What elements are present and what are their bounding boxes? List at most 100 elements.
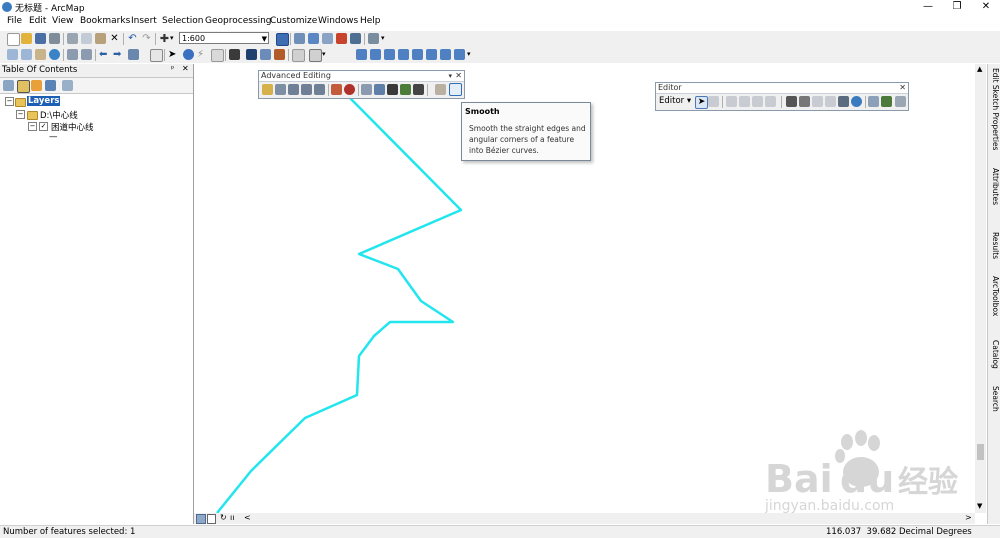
smooth-icon[interactable] bbox=[449, 83, 462, 96]
layout-tool-8-icon[interactable] bbox=[454, 49, 465, 60]
fillet-icon[interactable] bbox=[275, 84, 286, 95]
dock-tab-catalog[interactable]: Catalog bbox=[989, 340, 1000, 369]
layout-tool-2-icon[interactable] bbox=[370, 49, 381, 60]
sketch-properties-icon[interactable] bbox=[868, 96, 879, 107]
refresh-icon[interactable]: ↻ bbox=[220, 513, 227, 522]
copy-icon[interactable] bbox=[81, 33, 92, 44]
generalize-icon[interactable] bbox=[413, 84, 424, 95]
toc-close-icon[interactable]: ✕ bbox=[182, 64, 189, 73]
layout-view-icon[interactable] bbox=[207, 514, 216, 524]
list-by-selection-icon[interactable] bbox=[45, 80, 56, 91]
menu-help[interactable]: Help bbox=[360, 16, 381, 26]
straight-segment-icon[interactable] bbox=[726, 96, 737, 107]
measure-icon[interactable] bbox=[229, 49, 240, 60]
menu-edit[interactable]: Edit bbox=[29, 16, 46, 26]
endpoint-arc-icon[interactable] bbox=[739, 96, 750, 107]
add-data-dropdown-icon[interactable]: ▾ bbox=[170, 33, 177, 44]
identify-icon[interactable] bbox=[183, 49, 194, 60]
layers-collapse-icon[interactable]: − bbox=[5, 97, 14, 106]
menu-windows[interactable]: Windows bbox=[318, 16, 358, 26]
editor-options-icon[interactable] bbox=[895, 96, 906, 107]
attributes-tool-icon[interactable] bbox=[851, 96, 862, 107]
menu-insert[interactable]: Insert bbox=[131, 16, 157, 26]
menu-customize[interactable]: Customize bbox=[270, 16, 317, 26]
reshape-feature-icon[interactable] bbox=[799, 96, 810, 107]
dock-tab-attributes[interactable]: Attributes bbox=[989, 168, 1000, 205]
pause-drawing-icon[interactable]: ıı bbox=[230, 513, 234, 522]
layer-collapse-icon[interactable]: − bbox=[28, 122, 37, 131]
arctoolbox-icon[interactable] bbox=[336, 33, 347, 44]
cut-polygons-icon[interactable] bbox=[812, 96, 823, 107]
explode-multipart-icon[interactable] bbox=[331, 84, 342, 95]
align-to-shape-icon[interactable] bbox=[361, 84, 372, 95]
hyperlink-icon[interactable]: ⚡ bbox=[197, 49, 208, 60]
create-features-icon[interactable] bbox=[881, 96, 892, 107]
select-features-icon[interactable] bbox=[128, 49, 139, 60]
dock-tab-edit-sketch-properties[interactable]: Edit Sketch Properties bbox=[989, 68, 1000, 150]
minimize-button[interactable]: — bbox=[914, 0, 942, 14]
time-slider-icon[interactable] bbox=[292, 49, 305, 62]
menu-file[interactable]: File bbox=[7, 16, 22, 26]
trace-icon[interactable] bbox=[752, 96, 763, 107]
cut-icon[interactable] bbox=[67, 33, 78, 44]
pan-icon[interactable] bbox=[35, 49, 46, 60]
add-data-icon[interactable]: ✚ bbox=[159, 33, 170, 44]
dock-tab-arctoolbox[interactable]: ArcToolbox bbox=[989, 276, 1000, 316]
layout-tool-1-icon[interactable] bbox=[356, 49, 367, 60]
print-icon[interactable] bbox=[49, 33, 60, 44]
clear-selection-icon[interactable] bbox=[150, 49, 163, 62]
new-document-icon[interactable] bbox=[7, 33, 20, 46]
toolbar-menu-icon[interactable]: ▾ bbox=[448, 71, 452, 81]
zoom-in-icon[interactable] bbox=[7, 49, 18, 60]
list-by-visibility-icon[interactable] bbox=[31, 80, 42, 91]
editor-menu-button[interactable]: Editor ▾ bbox=[659, 96, 691, 106]
toolbar-options-icon-2[interactable]: ▾ bbox=[322, 49, 328, 60]
layout-tool-3-icon[interactable] bbox=[384, 49, 395, 60]
close-button[interactable]: ✕ bbox=[972, 0, 1000, 14]
menu-geoprocessing[interactable]: Geoprocessing bbox=[205, 16, 272, 26]
delete-icon[interactable]: ✕ bbox=[109, 33, 120, 44]
html-popup-icon[interactable] bbox=[211, 49, 224, 62]
scroll-up-arrow[interactable]: ▲ bbox=[977, 65, 982, 73]
create-viewer-window-icon[interactable] bbox=[309, 49, 322, 62]
advanced-editing-close-icon[interactable]: ✕ bbox=[455, 71, 462, 81]
rotate-icon[interactable] bbox=[435, 84, 446, 95]
menu-selection[interactable]: Selection bbox=[162, 16, 203, 26]
replace-geometry-icon[interactable] bbox=[374, 84, 385, 95]
edit-vertices-icon[interactable] bbox=[786, 96, 797, 107]
find-route-icon[interactable] bbox=[260, 49, 271, 60]
folder-collapse-icon[interactable]: − bbox=[16, 110, 25, 119]
line-intersection-icon[interactable] bbox=[314, 84, 325, 95]
trim-icon[interactable] bbox=[301, 84, 312, 95]
table-of-contents-window-icon[interactable] bbox=[294, 33, 305, 44]
toc-options-icon[interactable] bbox=[62, 80, 73, 91]
edit-annotation-icon[interactable] bbox=[708, 96, 719, 107]
map-scale-combobox[interactable]: 1:600 ▼ bbox=[179, 32, 269, 44]
layout-tool-6-icon[interactable] bbox=[426, 49, 437, 60]
dock-tab-search[interactable]: Search bbox=[989, 386, 1000, 412]
forward-extent-icon[interactable]: ➡ bbox=[113, 49, 124, 60]
construct-geodetic-icon[interactable] bbox=[344, 84, 355, 95]
full-extent-icon[interactable] bbox=[49, 49, 60, 60]
editor-toolbar-icon[interactable] bbox=[276, 33, 289, 46]
python-window-icon[interactable] bbox=[350, 33, 361, 44]
redo-icon[interactable]: ↷ bbox=[141, 33, 152, 44]
layer-visibility-checkbox[interactable]: ✓ bbox=[39, 122, 48, 131]
modelbuilder-icon[interactable] bbox=[368, 33, 379, 44]
layout-tool-5-icon[interactable] bbox=[412, 49, 423, 60]
split-tool-icon[interactable] bbox=[825, 96, 836, 107]
split-polygons-icon[interactable] bbox=[400, 84, 411, 95]
layout-tool-7-icon[interactable] bbox=[440, 49, 451, 60]
save-icon[interactable] bbox=[35, 33, 46, 44]
catalog-window-icon[interactable] bbox=[308, 33, 319, 44]
point-tool-icon[interactable] bbox=[765, 96, 776, 107]
go-to-xy-icon[interactable] bbox=[274, 49, 285, 60]
fixed-zoom-in-icon[interactable] bbox=[67, 49, 78, 60]
data-view-icon[interactable] bbox=[196, 514, 206, 524]
layout-tool-4-icon[interactable] bbox=[398, 49, 409, 60]
dock-tab-results[interactable]: Results bbox=[989, 232, 1000, 259]
editor-titlebar[interactable]: Editor ✕ bbox=[656, 83, 908, 94]
pin-icon[interactable]: ᵖ bbox=[171, 64, 174, 73]
fixed-zoom-out-icon[interactable] bbox=[81, 49, 92, 60]
construct-polygons-icon[interactable] bbox=[387, 84, 398, 95]
